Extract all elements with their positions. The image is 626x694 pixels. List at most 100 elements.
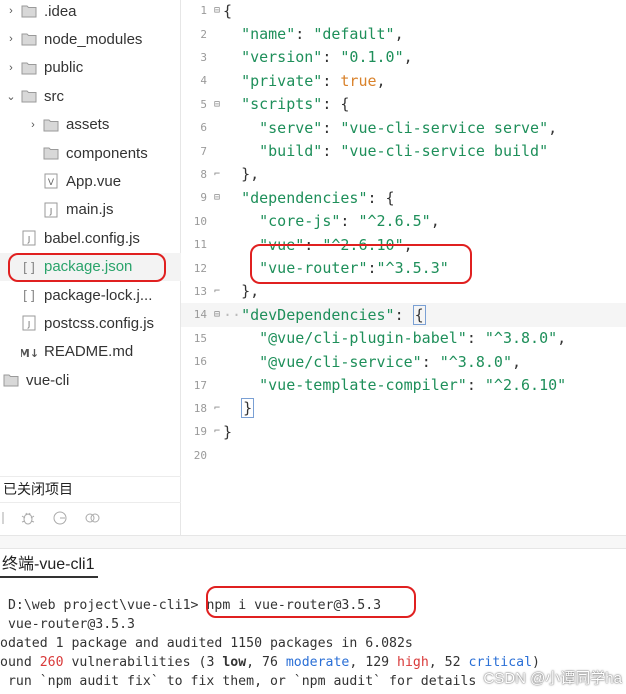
code-line[interactable]: 18 ⌐ } (181, 397, 626, 420)
chevron-down-icon[interactable]: ⌄ (4, 90, 18, 103)
tree-item-package-json[interactable]: [] package.json (0, 252, 181, 281)
line-number: 11 (193, 238, 207, 252)
code-line[interactable]: 19 ⌐} (181, 420, 626, 443)
vuln-moderate: moderate (285, 655, 350, 670)
tree-item-label: components (66, 144, 148, 162)
code-text: "vue-router":"^3.5.3" (259, 259, 449, 278)
code-text: "vue-template-compiler": "^2.6.10" (259, 376, 567, 395)
fold-marker-icon[interactable]: ⌐ (211, 403, 223, 414)
fold-marker-icon[interactable]: ⊟ (211, 192, 223, 203)
tree-item-label: assets (66, 116, 110, 134)
code-text: "scripts": { (241, 95, 350, 114)
code-text: { (223, 1, 233, 20)
svg-text:J: J (49, 207, 52, 216)
terminal-line-3: odated 1 package and audited 1150 packag… (0, 636, 413, 651)
vuln-high: high (397, 655, 429, 670)
code-line[interactable]: 12 "vue-router":"^3.5.3" (181, 256, 626, 279)
tree-item-public[interactable]: › public (0, 54, 181, 82)
svg-text:J: J (27, 235, 30, 244)
folder-icon (20, 59, 38, 77)
svg-text:[]: [] (22, 261, 36, 275)
tree-item-babel-config-js[interactable]: Jbabel.config.js (0, 224, 181, 252)
js-file-icon: J (20, 229, 38, 247)
panel-divider[interactable] (0, 535, 626, 549)
code-text: } (241, 398, 255, 419)
fold-marker-icon[interactable]: ⊟ (211, 99, 223, 110)
code-text: "dependencies": { (241, 188, 395, 207)
code-line[interactable]: 17 "vue-template-compiler": "^2.6.10" (181, 373, 626, 396)
watermark: CSDN @小谭同学ha (483, 670, 622, 687)
folder-icon (2, 371, 20, 389)
code-text: } (223, 422, 233, 441)
line-number: 3 (200, 50, 207, 64)
fold-marker-icon[interactable]: ⊟ (211, 5, 223, 16)
folder-icon (42, 116, 60, 134)
fold-marker-icon[interactable]: ⌐ (211, 169, 223, 180)
tree-item-node-modules[interactable]: › node_modules (0, 25, 181, 53)
git-icon[interactable] (50, 508, 70, 528)
code-line[interactable]: 15 "@vue/cli-plugin-babel": "^3.8.0", (181, 327, 626, 350)
line-number: 19 (193, 425, 207, 439)
terminal-line-command: D:\web project\vue-cli1> npm i vue-route… (0, 596, 626, 615)
svg-text:[]: [] (22, 289, 36, 303)
fold-marker-icon[interactable]: ⊟ (211, 309, 223, 320)
terminal-line-2: vue-router@3.5.3 (0, 617, 135, 632)
line-number: 7 (200, 144, 207, 158)
code-text: "private": true, (241, 71, 386, 90)
line-number: 12 (193, 261, 207, 275)
code-line[interactable]: 16 "@vue/cli-service": "^3.8.0", (181, 350, 626, 373)
code-line[interactable]: 2 "name": "default", (181, 22, 626, 45)
terminal-tab[interactable]: 终端-vue-cli1 (0, 552, 99, 578)
terminal-prompt: D:\web project\vue-cli1> (0, 598, 199, 613)
tree-item-assets[interactable]: › assets (0, 111, 181, 139)
chevron-right-icon[interactable]: › (4, 5, 18, 17)
line-number: 1 (200, 4, 207, 18)
code-line[interactable]: 3 "version": "0.1.0", (181, 46, 626, 69)
code-editor[interactable]: 1 ⊟{2 "name": "default", 3 "version": "0.1… (181, 0, 626, 535)
code-line[interactable]: 14 ⊟ ··"devDependencies": { (181, 303, 626, 327)
tree-item-src[interactable]: ⌄ src (0, 82, 181, 110)
tree-item-package-lock-j[interactable]: [] package-lock.j... (0, 281, 181, 309)
tree-item-label: App.vue (66, 172, 122, 190)
tree-item-readme-md[interactable]: M↓ README.md (0, 338, 181, 366)
chevron-right-icon[interactable]: › (4, 33, 18, 45)
folder-icon (42, 144, 60, 162)
code-line[interactable]: 9 ⊟ "dependencies": { (181, 186, 626, 209)
vue-file-icon: V (42, 172, 60, 190)
line-number: 6 (200, 121, 207, 135)
line-number: 5 (200, 97, 207, 111)
code-line[interactable]: 8 ⌐ }, (181, 163, 626, 186)
chevron-right-icon[interactable]: › (4, 62, 18, 74)
fold-marker-icon[interactable]: ⌐ (211, 426, 223, 437)
code-line[interactable]: 1 ⊟{ (181, 0, 626, 22)
closed-projects-header[interactable]: 已关闭项目 (0, 476, 181, 500)
chevron-right-icon[interactable]: › (26, 119, 40, 131)
code-line[interactable]: 7 "build": "vue-cli-service build" (181, 139, 626, 162)
tree-item-idea[interactable]: › .idea (0, 0, 181, 25)
tree-item-components[interactable]: components (0, 139, 181, 167)
tree-item-main-js[interactable]: Jmain.js (0, 196, 181, 224)
code-line[interactable]: 10 "core-js": "^2.6.5", (181, 210, 626, 233)
plugin-icon[interactable] (82, 508, 102, 528)
tree-item-app-vue[interactable]: V App.vue (0, 167, 181, 195)
code-line[interactable]: 13 ⌐ }, (181, 280, 626, 303)
tree-item-postcss-config-js[interactable]: Jpostcss.config.js (0, 309, 181, 337)
line-number: 13 (193, 284, 207, 298)
code-text: "version": "0.1.0", (241, 48, 413, 67)
svg-text:V: V (48, 178, 55, 188)
sidebar-toolbar (0, 502, 181, 532)
vuln-count: 260 (39, 655, 64, 670)
terminal-command: npm i vue-router@3.5.3 (198, 598, 382, 613)
code-line[interactable]: 20 (181, 444, 626, 467)
code-text: "build": "vue-cli-service build" (259, 142, 549, 161)
tree-item-label: node_modules (44, 30, 143, 48)
js-file-icon: J (42, 201, 60, 219)
tree-item-label: package.json (44, 258, 133, 276)
bug-icon[interactable] (18, 508, 38, 528)
code-line[interactable]: 11 "vue": "^2.6.10", (181, 233, 626, 256)
code-line[interactable]: 6 "serve": "vue-cli-service serve", (181, 116, 626, 139)
fold-marker-icon[interactable]: ⌐ (211, 286, 223, 297)
tree-item-vue-cli[interactable]: vue-cli (0, 366, 181, 394)
code-line[interactable]: 5 ⊟ "scripts": { (181, 93, 626, 116)
code-line[interactable]: 4 "private": true, (181, 69, 626, 92)
